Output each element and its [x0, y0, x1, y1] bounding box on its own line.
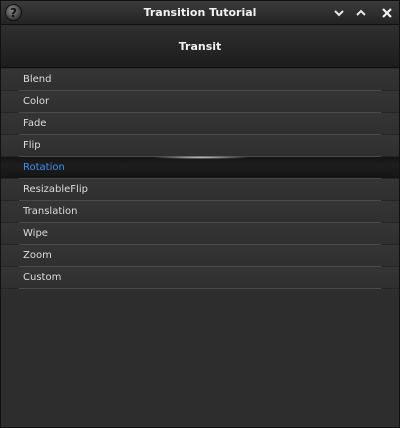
list-item-label: Flip	[23, 140, 41, 151]
list-item-label: Color	[23, 96, 50, 107]
list-item-label: Translation	[23, 206, 78, 217]
list-item-zoom[interactable]: Zoom	[1, 245, 399, 267]
list-item-blend[interactable]: Blend	[1, 69, 399, 91]
list-item-label: Blend	[23, 74, 52, 85]
list-item-wipe[interactable]: Wipe	[1, 223, 399, 245]
chevron-up-icon[interactable]	[353, 5, 369, 21]
transition-list: Blend Color Fade Flip Rotation Resizable…	[1, 69, 399, 289]
chevron-down-icon[interactable]	[331, 5, 347, 21]
list-item-label: Custom	[23, 272, 62, 283]
page-title: Transit	[178, 40, 222, 53]
title-bar[interactable]: ? Transition Tutorial	[1, 1, 399, 25]
list-item-label: Rotation	[23, 162, 65, 173]
list-item-resizableflip[interactable]: ResizableFlip	[1, 179, 399, 201]
empty-content-area	[1, 291, 399, 427]
list-item-color[interactable]: Color	[1, 91, 399, 113]
list-item-fade[interactable]: Fade	[1, 113, 399, 135]
app-window: ? Transition Tutorial Transit Blend Colo…	[0, 0, 400, 428]
list-item-flip[interactable]: Flip	[1, 135, 399, 157]
page-header: Transit	[1, 25, 399, 68]
list-item-label: Zoom	[23, 250, 52, 261]
list-item-translation[interactable]: Translation	[1, 201, 399, 223]
list-item-rotation[interactable]: Rotation	[1, 156, 399, 179]
close-icon[interactable]	[379, 5, 395, 21]
list-item-label: Wipe	[23, 228, 48, 239]
list-item-label: ResizableFlip	[23, 184, 88, 195]
list-item-custom[interactable]: Custom	[1, 267, 399, 289]
list-item-label: Fade	[23, 118, 47, 129]
